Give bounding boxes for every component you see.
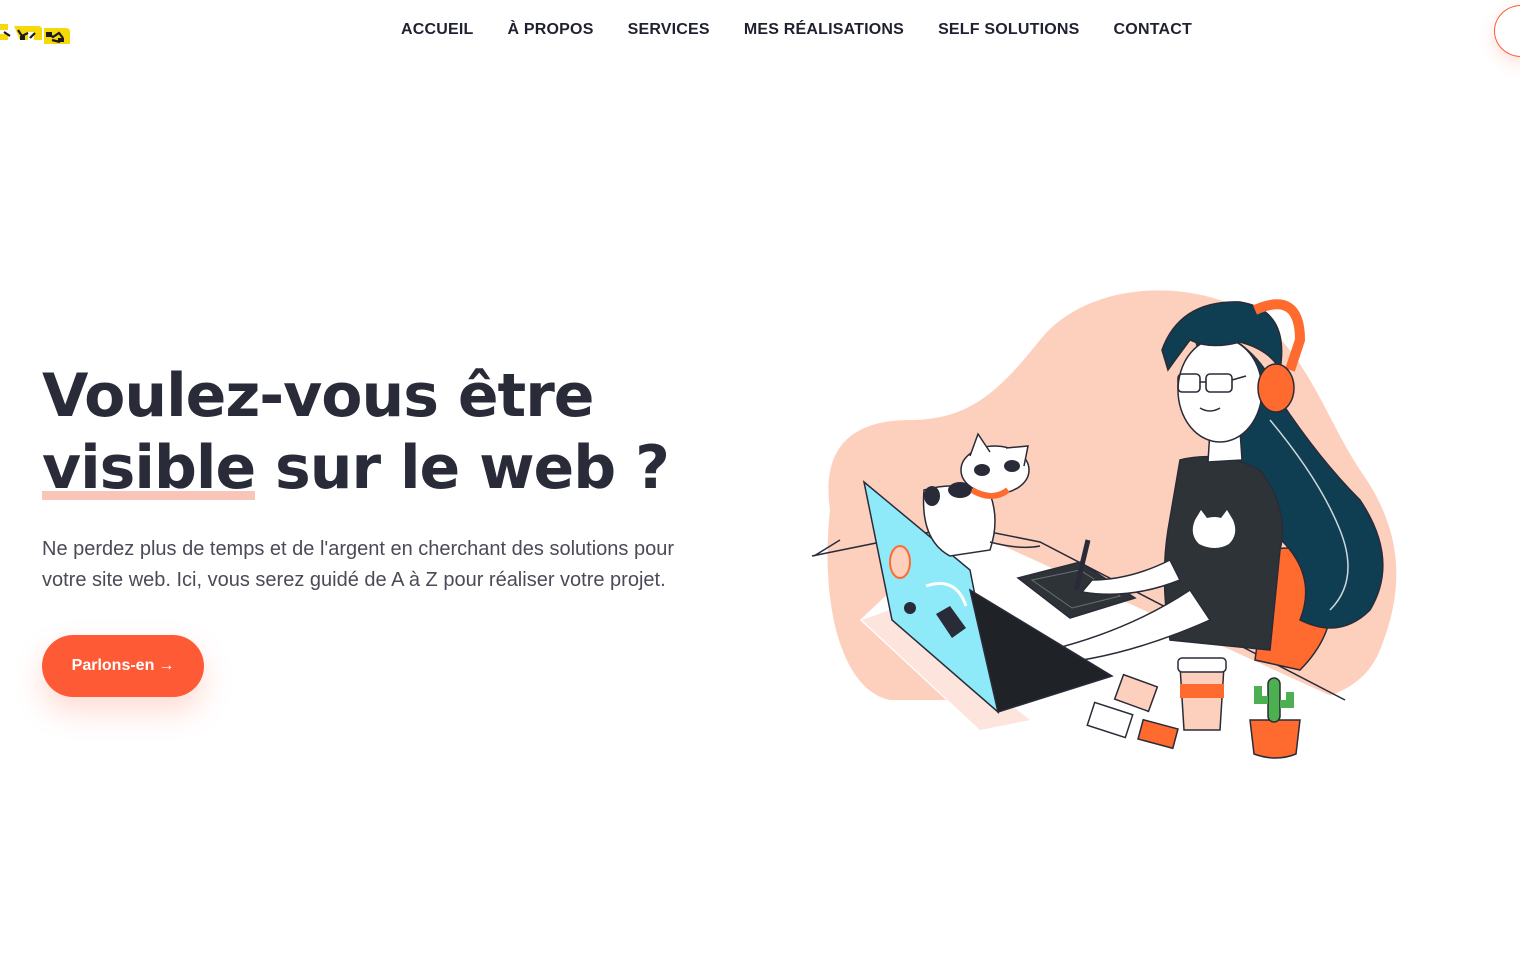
- hero-illustration: [811, 290, 1397, 759]
- coffee-cup: [1177, 657, 1227, 731]
- cta-label: Parlons-en: [71, 657, 155, 674]
- head: [1177, 337, 1263, 443]
- nav-item-mes-realisations[interactable]: MES RÉALISATIONS: [727, 20, 921, 40]
- site-logo[interactable]: [0, 10, 72, 52]
- nav-item-a-propos[interactable]: À PROPOS: [491, 20, 611, 40]
- nav-item-self-solutions[interactable]: SELF SOLUTIONS: [921, 20, 1096, 40]
- arrow-right-icon: →: [158, 657, 175, 674]
- main-nav: ACCUEIL À PROPOS SERVICES MES RÉALISATIO…: [384, 20, 1209, 40]
- nav-item-services[interactable]: SERVICES: [611, 20, 727, 40]
- nav-item-contact[interactable]: CONTACT: [1097, 20, 1209, 40]
- nav-item-accueil[interactable]: ACCUEIL: [384, 20, 491, 40]
- header-action-button[interactable]: [1494, 5, 1520, 57]
- contact-cta-button[interactable]: Parlons-en →: [42, 635, 204, 697]
- hero-title: Voulez-vous être visible sur le web ?: [42, 360, 670, 504]
- hero-title-rest: sur le web ?: [255, 433, 670, 503]
- hero-title-line1: Voulez-vous être: [42, 361, 594, 431]
- logo-mark-icon: [0, 10, 72, 52]
- hero-description: Ne perdez plus de temps et de l'argent e…: [42, 538, 674, 591]
- hero-title-highlight: visible: [42, 433, 256, 503]
- headphones-cup: [1257, 363, 1295, 413]
